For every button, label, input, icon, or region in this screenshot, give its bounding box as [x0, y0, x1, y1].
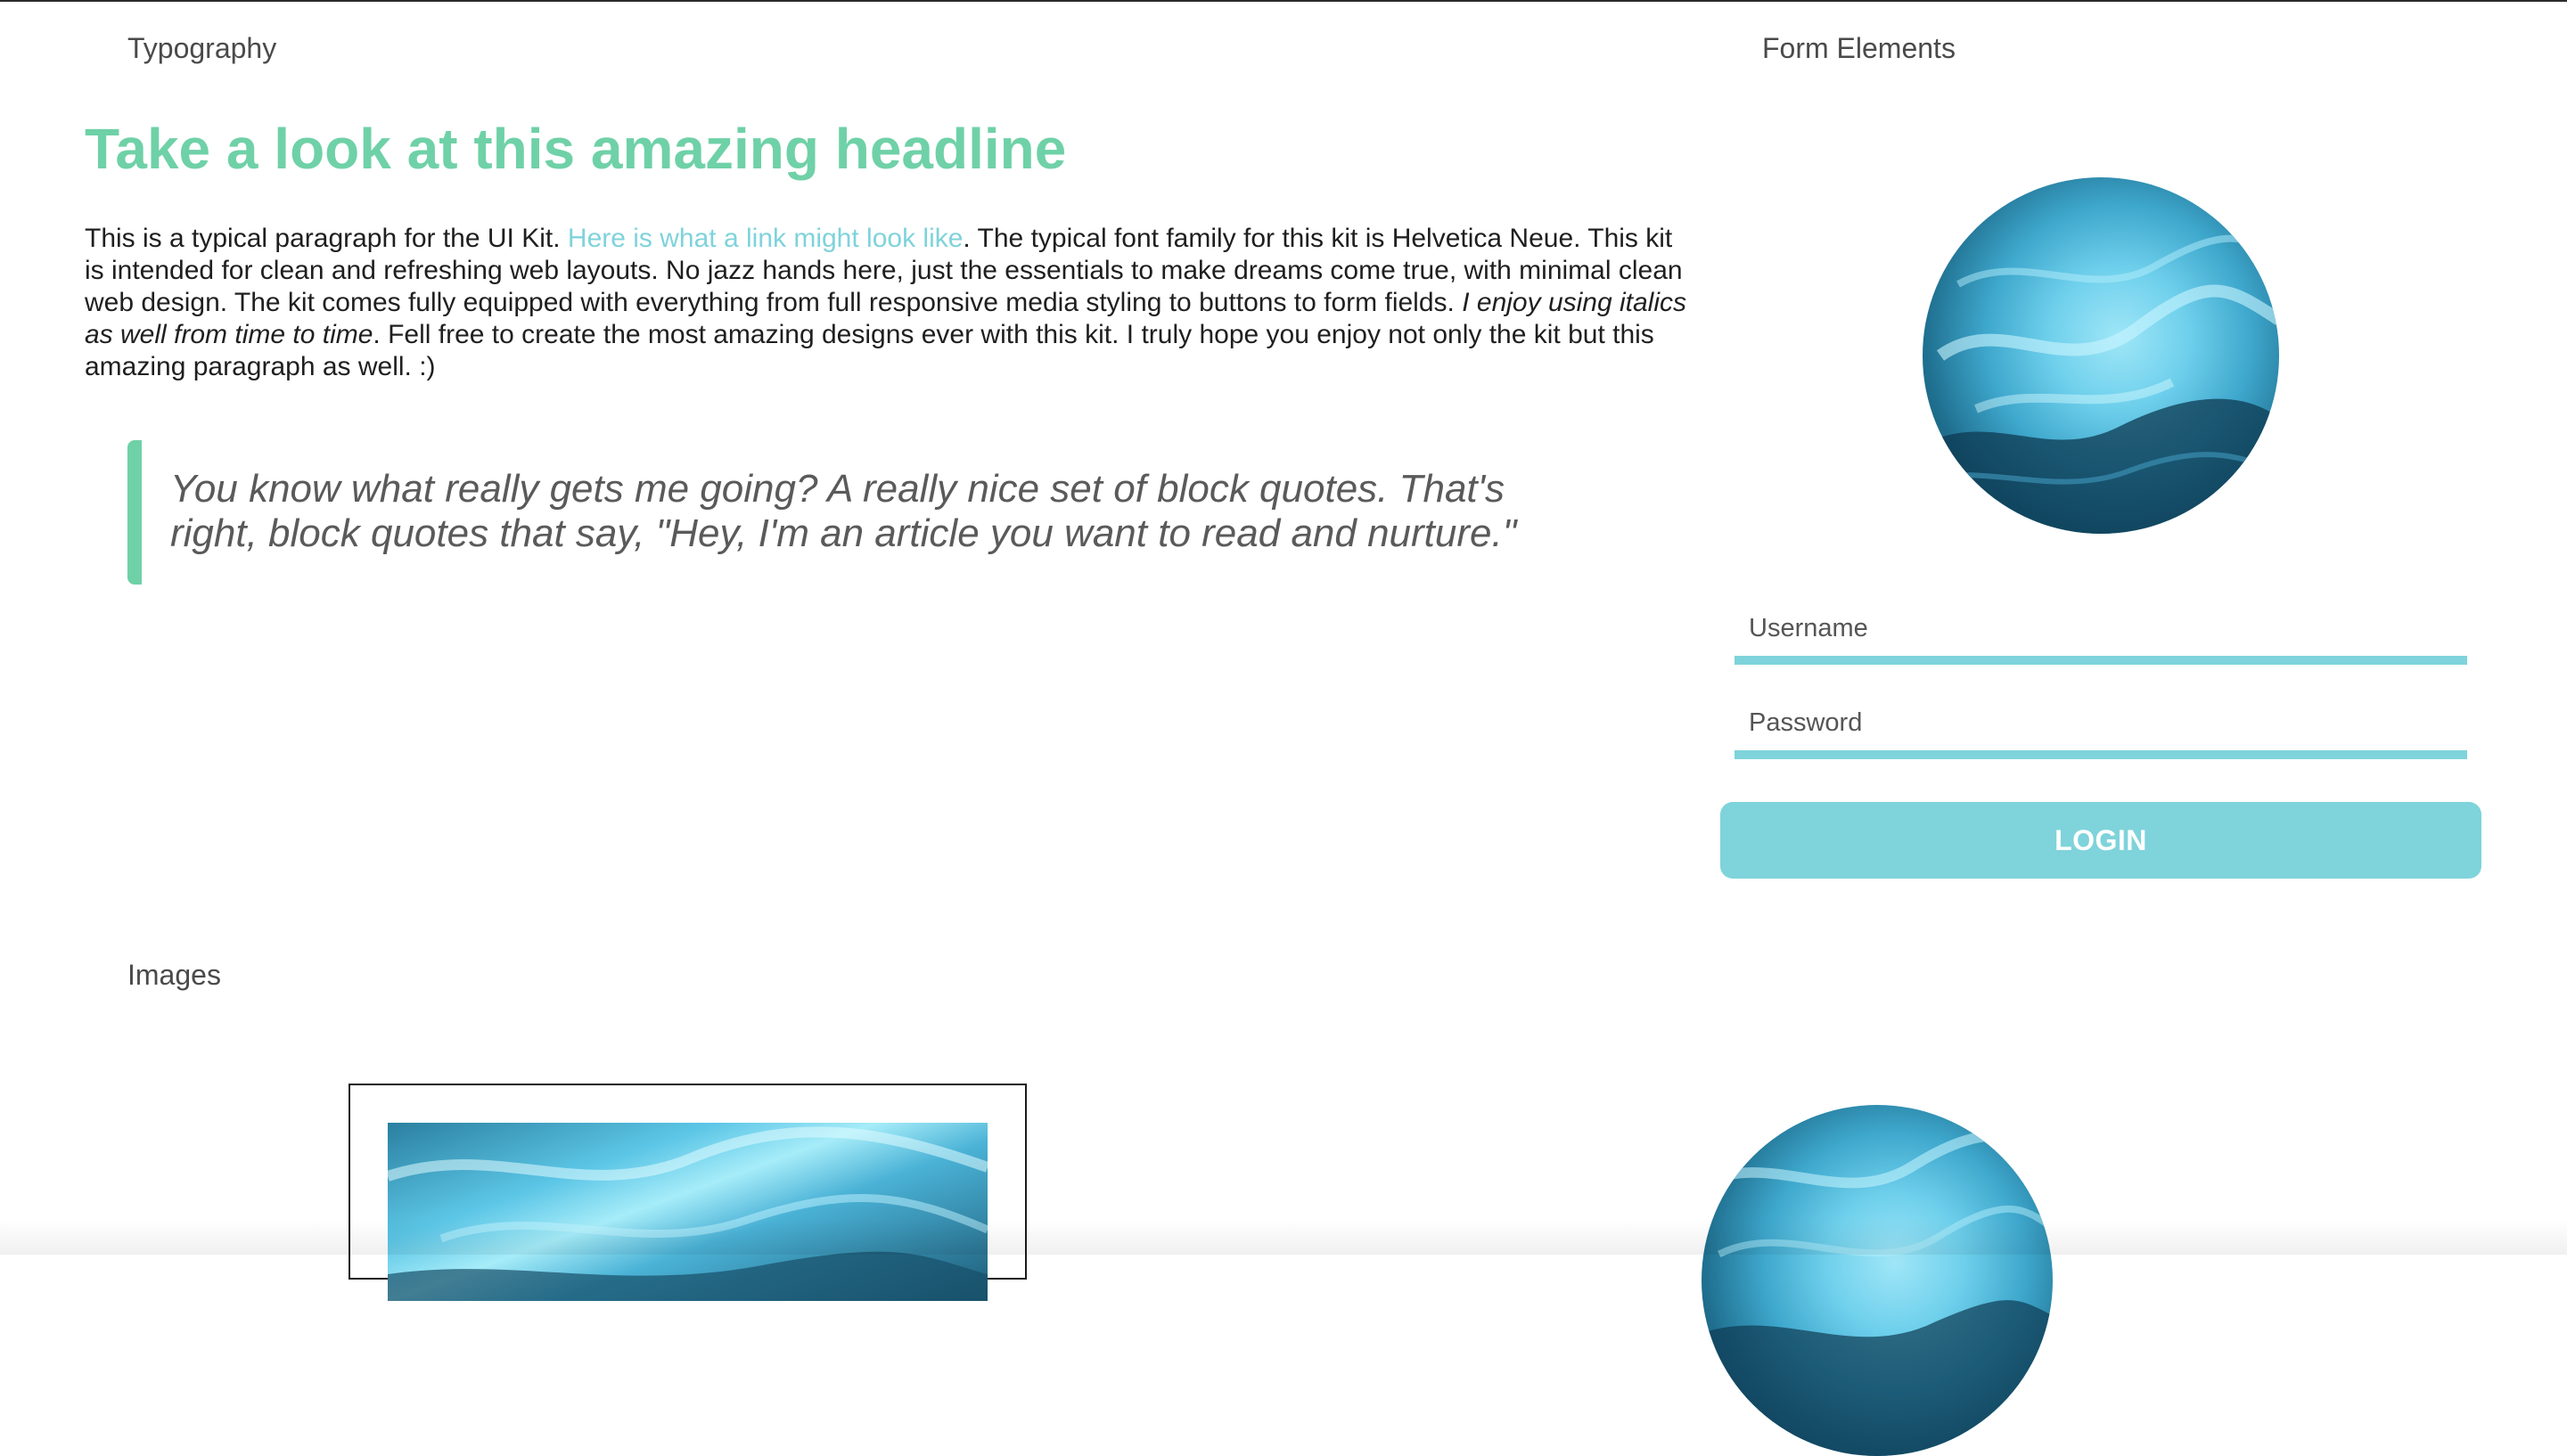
typography-section-label: Typography — [127, 32, 277, 64]
username-field[interactable] — [1735, 601, 2467, 665]
login-button[interactable]: LOGIN — [1720, 802, 2481, 879]
block-quote: You know what really gets me going? A re… — [127, 440, 1589, 585]
wave-photo-icon — [388, 1126, 988, 1301]
window-top-border — [0, 0, 2567, 2]
round-image — [1702, 1105, 2053, 1456]
body-paragraph: This is a typical paragraph for the UI K… — [85, 223, 1689, 383]
images-section-label: Images — [127, 959, 221, 991]
sample-link[interactable]: Here is what a link might look like — [568, 224, 964, 253]
avatar-image — [1923, 177, 2279, 534]
form-elements-section-label: Form Elements — [1762, 32, 1956, 64]
wave-texture-icon — [1702, 1130, 2053, 1456]
password-field[interactable] — [1735, 695, 2467, 759]
framed-image-photo — [388, 1123, 988, 1301]
paragraph-intro: This is a typical paragraph for the UI K… — [85, 224, 568, 253]
headline: Take a look at this amazing headline — [85, 117, 1067, 181]
wave-texture-icon — [1923, 234, 2279, 534]
framed-image — [349, 1084, 1027, 1301]
block-quote-text: You know what really gets me going? A re… — [170, 467, 1517, 555]
